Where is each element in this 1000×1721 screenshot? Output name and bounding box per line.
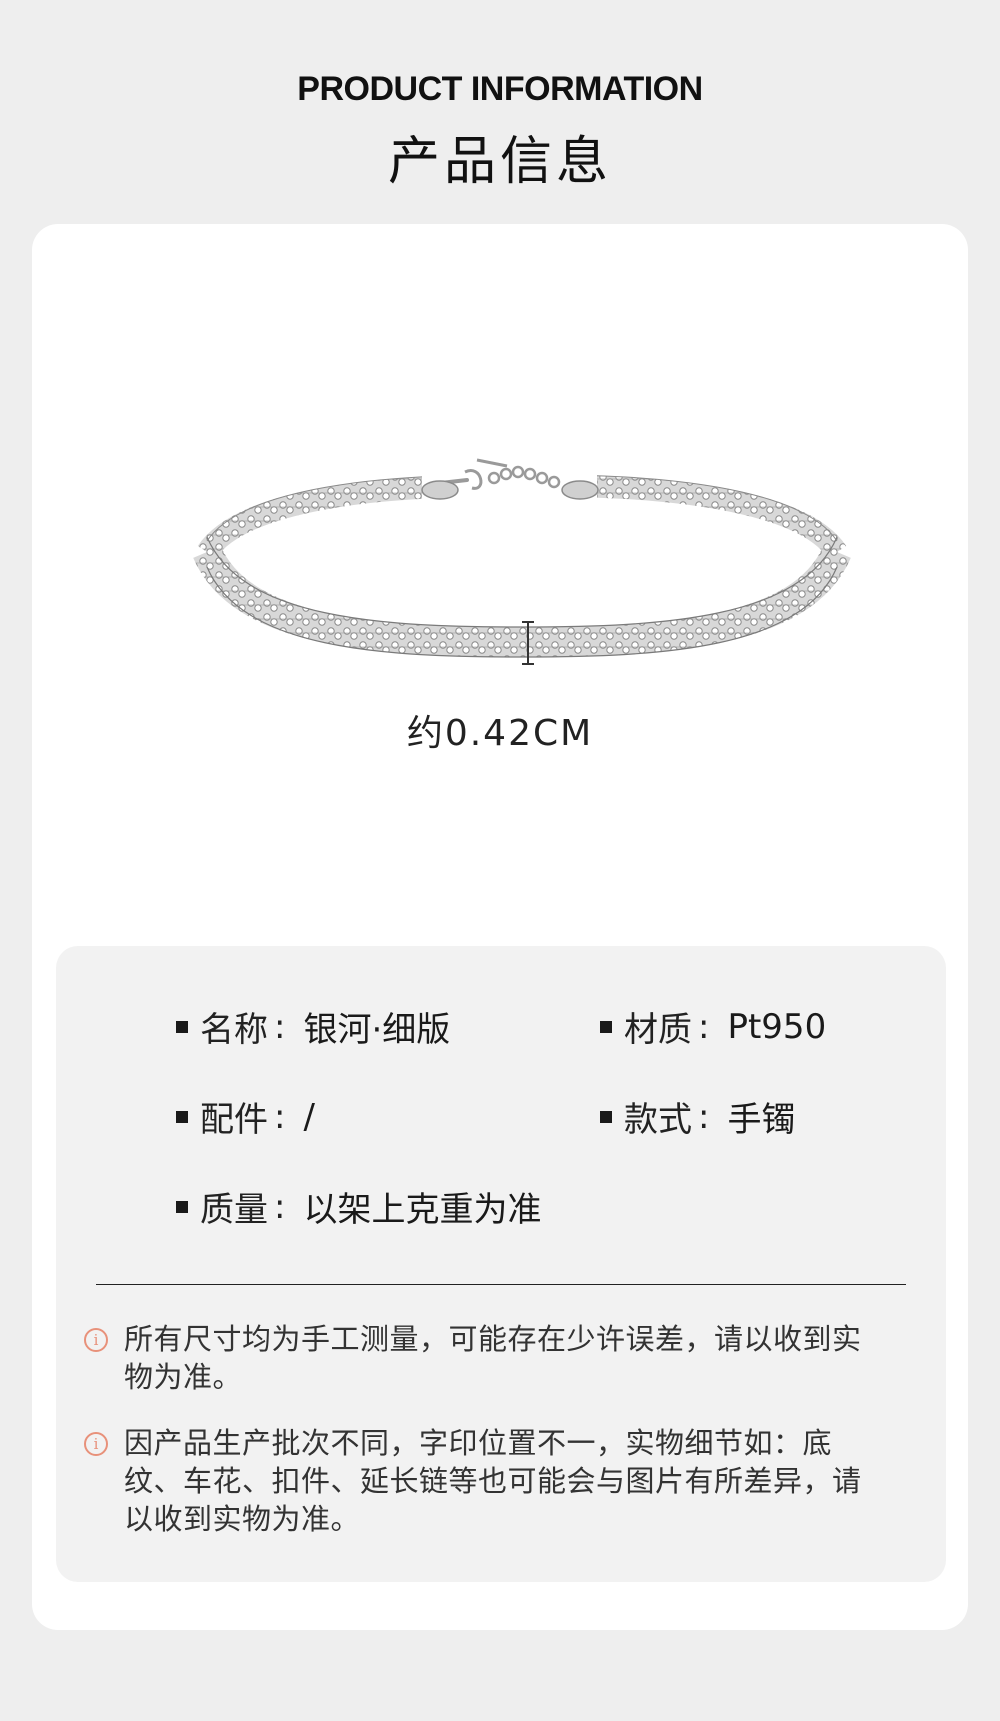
- spec-name: 名称 : 银河·细版: [176, 1002, 450, 1051]
- bullet-icon: [176, 1020, 188, 1033]
- spec-weight: 质量 : 以架上克重为准: [176, 1182, 541, 1231]
- spec-key: 质量: [200, 1190, 268, 1230]
- spec-value: 以架上克重为准: [303, 1190, 542, 1230]
- bracelet-image: [193, 458, 851, 665]
- spec-separator: :: [274, 1096, 286, 1137]
- spec-value: 手镯: [727, 1100, 796, 1140]
- note-batch-difference: i 因产品生产批次不同，字印位置不一，实物细节如：底纹、车花、扣件、延长链等也可…: [84, 1424, 884, 1538]
- spec-accessory: 配件 : /: [176, 1092, 315, 1141]
- spec-key: 配件: [200, 1100, 268, 1140]
- note-measurement: i 所有尺寸均为手工测量，可能存在少许误差，请以收到实物为准。: [84, 1320, 884, 1396]
- spec-separator: :: [698, 1096, 710, 1137]
- spec-value: Pt950: [727, 1006, 827, 1047]
- spec-key: 名称: [200, 1010, 268, 1050]
- bullet-icon: [600, 1110, 612, 1123]
- title-english: PRODUCT INFORMATION: [297, 70, 703, 108]
- spec-separator: :: [274, 1006, 286, 1047]
- spec-material: 材质 : Pt950: [600, 1002, 826, 1051]
- spec-key: 款式: [624, 1100, 692, 1140]
- bullet-icon: [600, 1020, 612, 1033]
- spec-key: 材质: [624, 1010, 692, 1050]
- spec-style: 款式 : 手镯: [600, 1092, 795, 1141]
- page-header: PRODUCT INFORMATION 产品信息: [0, 70, 1000, 194]
- spec-separator: :: [274, 1186, 286, 1227]
- bullet-icon: [176, 1110, 188, 1123]
- divider: [96, 1284, 906, 1285]
- info-icon: i: [84, 1328, 108, 1352]
- note-text: 因产品生产批次不同，字印位置不一，实物细节如：底纹、车花、扣件、延长链等也可能会…: [124, 1426, 862, 1536]
- spec-panel: 名称 : 银河·细版 材质 : Pt950 配件 : / 款式 : 手镯 质量 …: [56, 946, 946, 1582]
- spec-value: 银河·细版: [303, 1010, 451, 1050]
- spec-separator: :: [698, 1006, 710, 1047]
- title-chinese: 产品信息: [387, 132, 612, 192]
- product-card: 约0.42CM 名称 : 银河·细版 材质 : Pt950 配件 : / 款式 …: [32, 224, 968, 1630]
- info-icon: i: [84, 1432, 108, 1456]
- bullet-icon: [176, 1200, 188, 1213]
- note-text: 所有尺寸均为手工测量，可能存在少许误差，请以收到实物为准。: [124, 1322, 862, 1394]
- dimension-label: 约0.42CM: [406, 713, 594, 754]
- spec-value: /: [303, 1096, 315, 1137]
